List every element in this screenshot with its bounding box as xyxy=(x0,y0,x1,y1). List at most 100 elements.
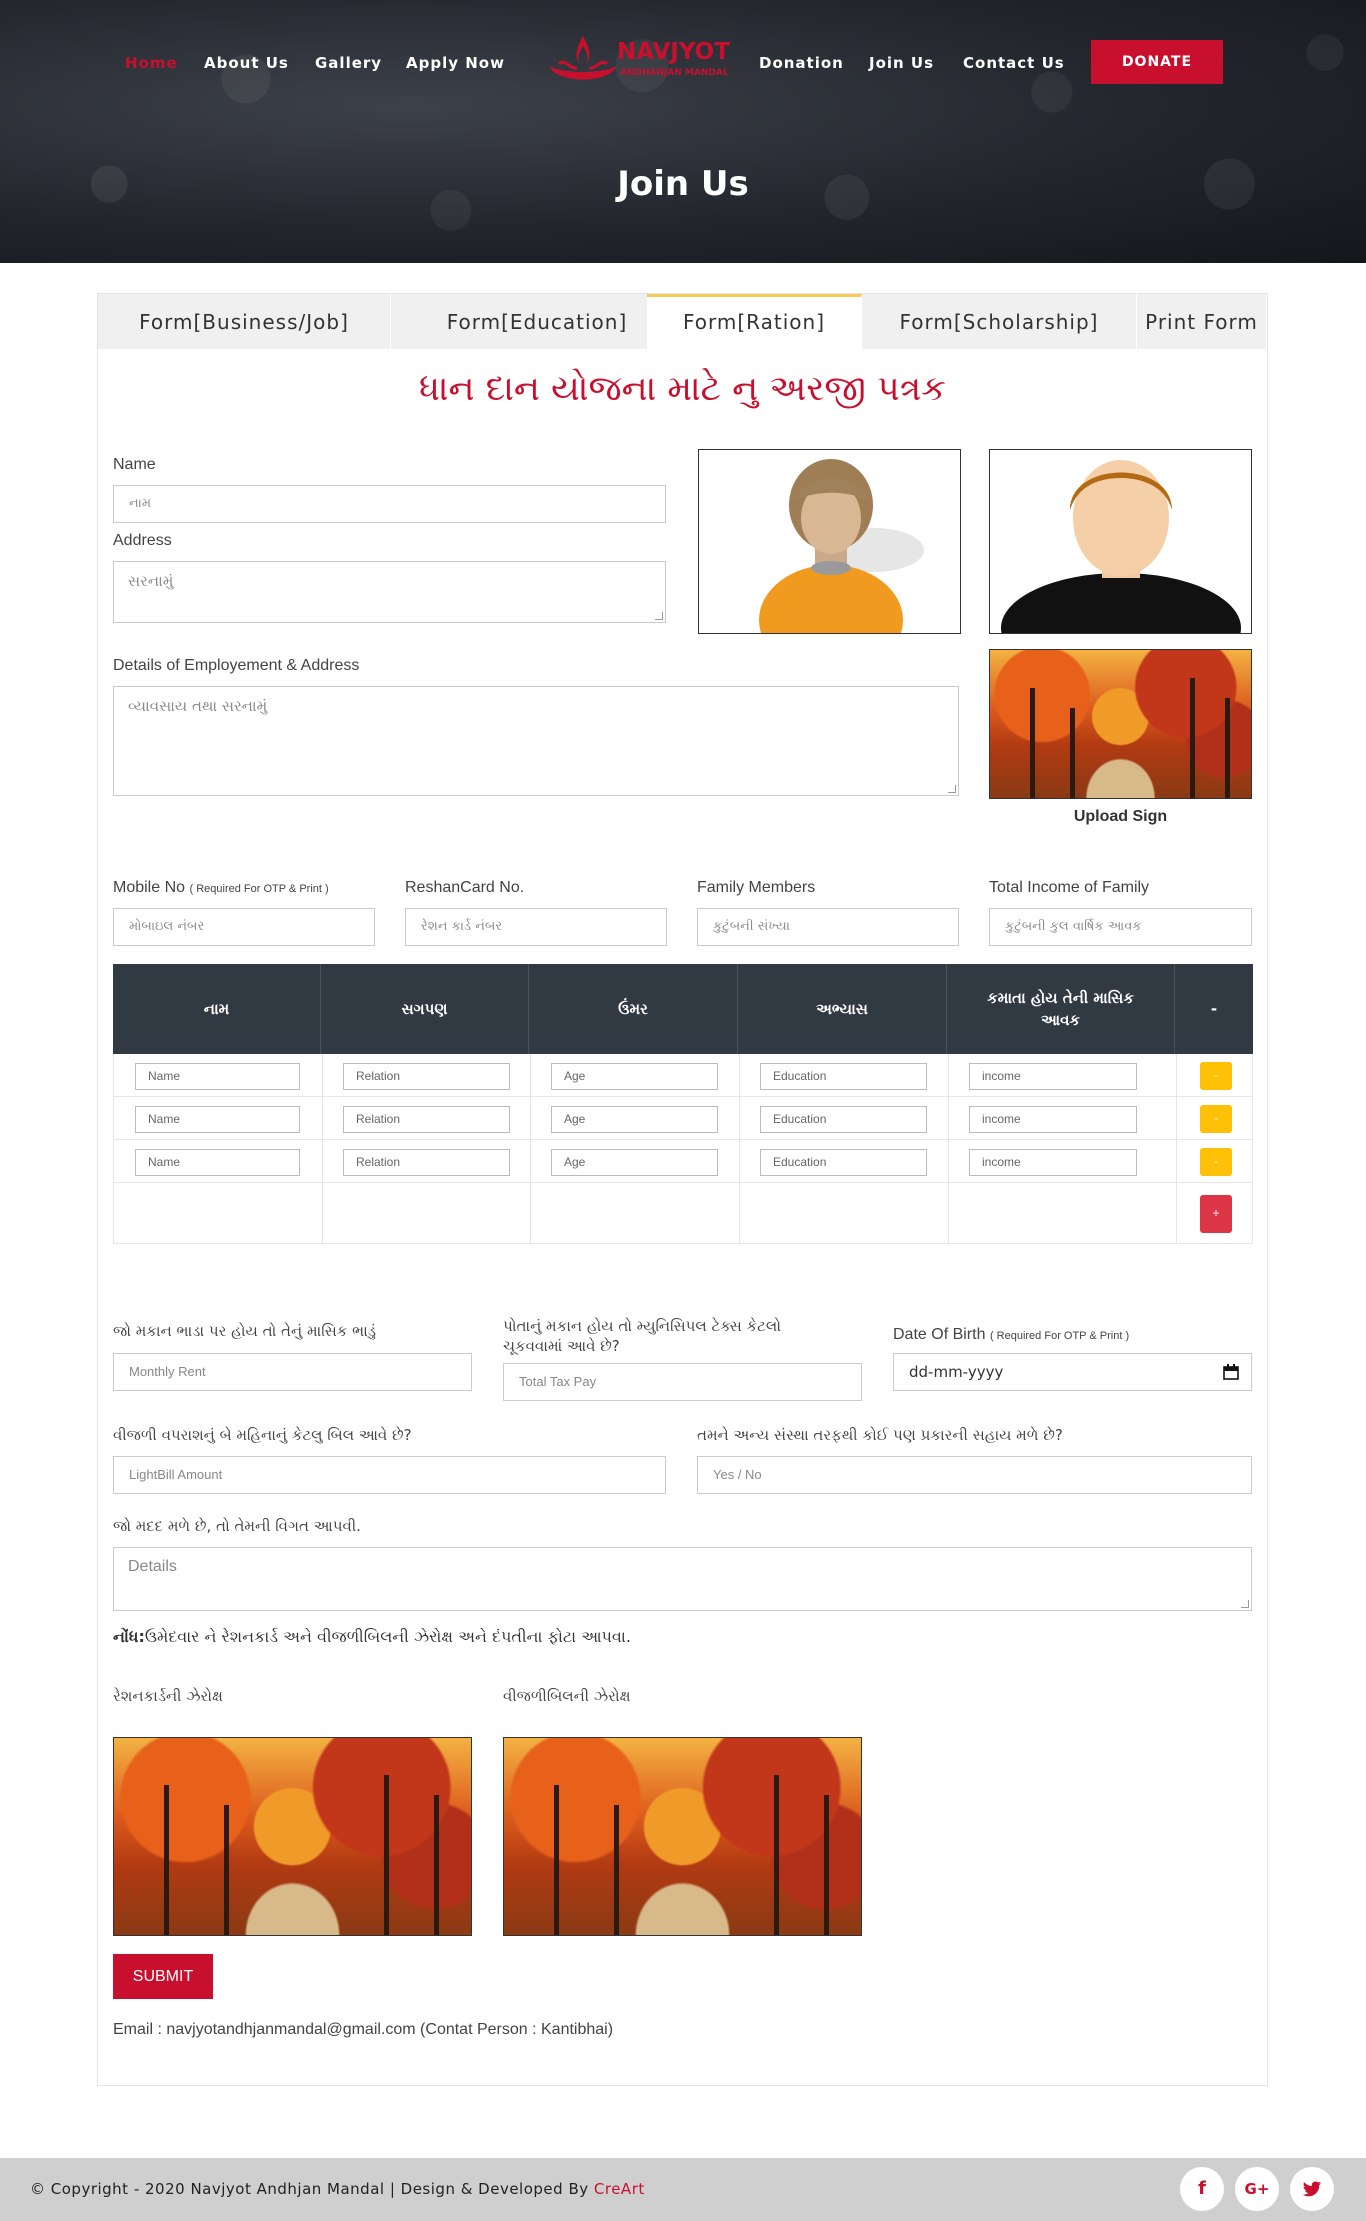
diya-flame-icon xyxy=(549,36,617,80)
reshancard-label: ReshanCard No. xyxy=(405,879,525,896)
name-cell-input[interactable]: Name xyxy=(135,1149,301,1176)
male-avatar-icon xyxy=(1001,460,1241,633)
form-card: Form[Business/Job] Form[Education] Form[… xyxy=(97,293,1268,2086)
table-row: Name Relation Age Education income - xyxy=(113,1097,1253,1140)
dob-label: Date Of Birth ( Required For OTP & Print… xyxy=(893,1326,1129,1344)
col-relation: સગપણ xyxy=(321,964,529,1054)
total-income-input[interactable]: કુટુંબની કુલ વાર્ષિક આવક xyxy=(989,908,1252,946)
tax-label: પોતાનું મકાન હોય તો મ્યુનિસિપલ ટેક્સ કેટ… xyxy=(503,1317,781,1355)
form-heading: ધાન દાન યોજના માટે નુ અરજી પત્રક xyxy=(418,369,946,409)
cell-divider xyxy=(739,1097,740,1139)
mobile-label-text: Mobile No xyxy=(113,879,186,896)
resize-grip-icon[interactable] xyxy=(1241,1600,1249,1608)
nav-apply-now[interactable]: Apply Now xyxy=(406,54,505,72)
rent-input[interactable]: Monthly Rent xyxy=(113,1353,472,1391)
cell-divider xyxy=(948,1054,949,1096)
cell-divider xyxy=(322,1097,323,1139)
nav-contact-us[interactable]: Contact Us xyxy=(963,54,1065,72)
name-input[interactable]: નામ xyxy=(113,485,666,523)
applicant-photo-female[interactable] xyxy=(698,449,961,634)
income-cell-input[interactable]: income xyxy=(969,1106,1137,1133)
lightbill-input[interactable]: LightBill Amount xyxy=(113,1456,666,1494)
cell-divider xyxy=(322,1183,323,1243)
calendar-icon[interactable] xyxy=(1223,1364,1239,1380)
relation-cell-input[interactable]: Relation xyxy=(343,1106,510,1133)
copyright-text: © Copyright - 2020 Navjyot Andhjan Manda… xyxy=(30,2180,645,2198)
site-logo[interactable]: NAVJYOT ANDHANJAN MANDAL xyxy=(535,30,735,95)
note-body: ઉમેદવાર ને રેશનકાર્ડ અને વીજળીબિલની ઝેરો… xyxy=(144,1627,631,1646)
income-cell-input[interactable]: income xyxy=(969,1149,1137,1176)
col-education: અભ્યાસ xyxy=(738,964,947,1054)
facebook-icon[interactable]: f xyxy=(1180,2167,1224,2211)
remove-row-button[interactable]: - xyxy=(1200,1062,1232,1090)
mobile-input[interactable]: મોબાઇલ નંબર xyxy=(113,908,375,946)
dob-input[interactable]: dd-mm-yyyy xyxy=(893,1353,1252,1391)
help-details-textarea[interactable]: Details xyxy=(113,1547,1252,1611)
employment-textarea[interactable]: વ્યાવસાય તથા સરનામું xyxy=(113,686,959,796)
help-input[interactable]: Yes / No xyxy=(697,1456,1252,1494)
nav-about-us[interactable]: About Us xyxy=(204,54,289,72)
address-placeholder: સરનામું xyxy=(128,572,174,590)
cell-divider xyxy=(322,1054,323,1096)
tab-ration[interactable]: Form[Ration] xyxy=(647,294,862,349)
applicant-photo-male[interactable] xyxy=(989,449,1252,634)
cell-divider xyxy=(739,1183,740,1243)
education-cell-input[interactable]: Education xyxy=(760,1149,927,1176)
twitter-icon[interactable] xyxy=(1290,2167,1334,2211)
tab-print-form[interactable]: Print Form xyxy=(1137,294,1267,349)
help-label: તમને અન્ય સંસ્થા તરફથી કોઈ પણ પ્રકારની સ… xyxy=(697,1426,1063,1444)
mobile-required-note: ( Required For OTP & Print ) xyxy=(189,883,329,895)
logo-subtitle: ANDHANJAN MANDAL xyxy=(620,68,729,78)
tab-education[interactable]: Form[Education] xyxy=(391,294,684,349)
bill-xerox-image[interactable] xyxy=(503,1737,862,1936)
relation-cell-input[interactable]: Relation xyxy=(343,1063,510,1090)
education-cell-input[interactable]: Education xyxy=(760,1106,927,1133)
age-cell-input[interactable]: Age xyxy=(551,1063,718,1090)
address-textarea[interactable]: સરનામું xyxy=(113,561,666,623)
remove-row-button[interactable]: - xyxy=(1200,1148,1232,1176)
twitter-bird-icon xyxy=(1302,2181,1322,2197)
age-cell-input[interactable]: Age xyxy=(551,1106,718,1133)
address-label: Address xyxy=(113,532,172,549)
reshancard-input[interactable]: રેશન કાર્ડ નંબર xyxy=(405,908,667,946)
form-tabs: Form[Business/Job] Form[Education] Form[… xyxy=(98,294,1267,349)
dob-placeholder: dd-mm-yyyy xyxy=(909,1363,1004,1381)
nav-join-us[interactable]: Join Us xyxy=(869,54,934,72)
nav-gallery[interactable]: Gallery xyxy=(315,54,382,72)
table-row: Name Relation Age Education income - xyxy=(113,1054,1253,1097)
table-add-row: + xyxy=(113,1183,1253,1244)
col-age: ઉંમર xyxy=(529,964,738,1054)
google-plus-icon[interactable]: G+ xyxy=(1235,2167,1279,2211)
resize-grip-icon[interactable] xyxy=(655,612,663,620)
cell-divider xyxy=(530,1140,531,1182)
nav-donation[interactable]: Donation xyxy=(759,54,844,72)
tax-input[interactable]: Total Tax Pay xyxy=(503,1363,862,1401)
name-cell-input[interactable]: Name xyxy=(135,1063,301,1090)
age-cell-input[interactable]: Age xyxy=(551,1149,718,1176)
family-members-input[interactable]: કુટુંબની સંખ્યા xyxy=(697,908,959,946)
signature-image[interactable] xyxy=(989,649,1252,799)
remove-row-button[interactable]: - xyxy=(1200,1105,1232,1133)
employment-placeholder: વ્યાવસાય તથા સરનામું xyxy=(128,697,268,715)
name-label: Name xyxy=(113,456,156,473)
income-cell-input[interactable]: income xyxy=(969,1063,1137,1090)
add-row-button[interactable]: + xyxy=(1200,1195,1232,1233)
developer-link[interactable]: CreArt xyxy=(594,2180,645,2198)
relation-cell-input[interactable]: Relation xyxy=(343,1149,510,1176)
resize-grip-icon[interactable] xyxy=(948,785,956,793)
submit-button[interactable]: SUBMIT xyxy=(113,1954,213,1999)
name-cell-input[interactable]: Name xyxy=(135,1106,301,1133)
nav-home[interactable]: Home xyxy=(125,54,178,72)
logo-title: NAVJYOT xyxy=(617,39,730,65)
upload-sign-label: Upload Sign xyxy=(1073,808,1168,825)
donate-button[interactable]: DONATE xyxy=(1091,40,1223,84)
cell-divider xyxy=(530,1183,531,1243)
bill-xerox-label: વીજળીબિલની ઝેરોક્ષ xyxy=(503,1687,631,1705)
cell-divider xyxy=(530,1097,531,1139)
education-cell-input[interactable]: Education xyxy=(760,1063,927,1090)
cell-divider xyxy=(1176,1140,1177,1182)
tab-scholarship[interactable]: Form[Scholarship] xyxy=(862,294,1137,349)
cell-divider xyxy=(322,1140,323,1182)
tab-business-job[interactable]: Form[Business/Job] xyxy=(98,294,391,349)
ration-xerox-image[interactable] xyxy=(113,1737,472,1936)
